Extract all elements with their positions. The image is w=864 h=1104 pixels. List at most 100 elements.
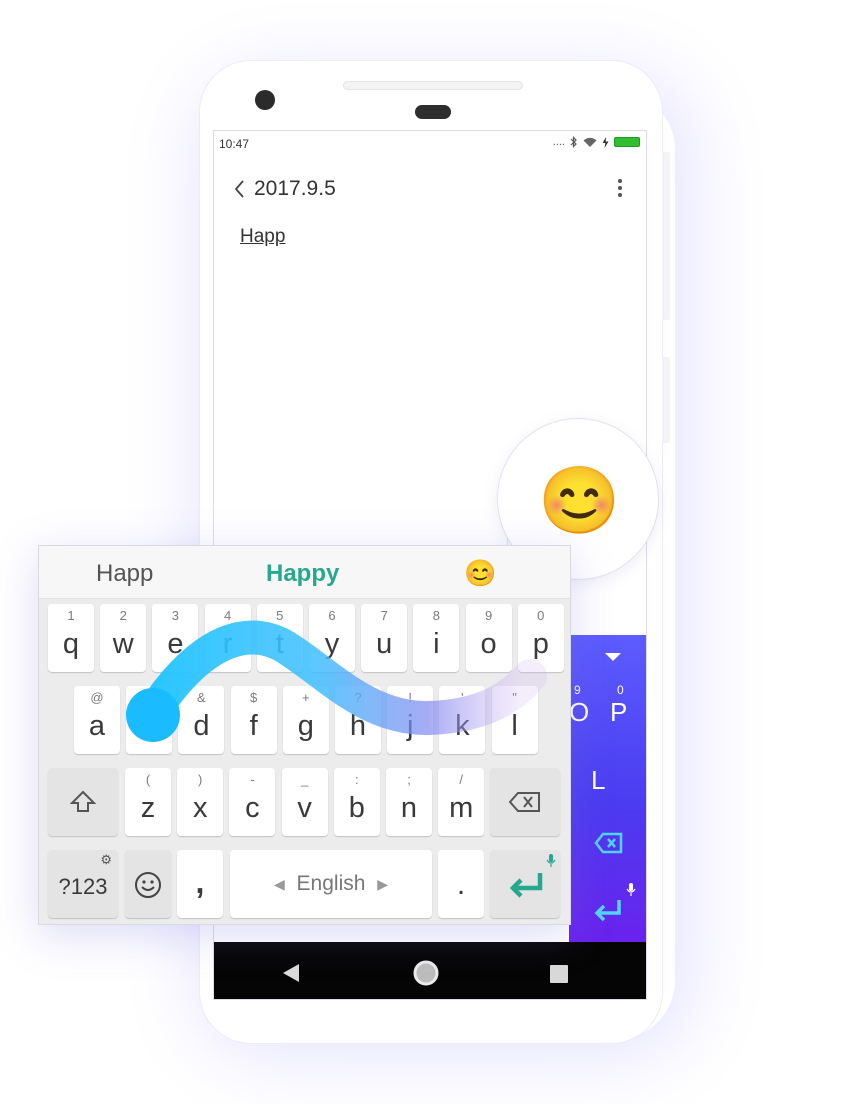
key-h[interactable]: ? h bbox=[335, 686, 381, 754]
battery-icon bbox=[614, 137, 640, 147]
comma-key[interactable]: , bbox=[177, 850, 223, 918]
key-d[interactable]: & d bbox=[178, 686, 225, 754]
key-label: a bbox=[88, 710, 106, 742]
note-text[interactable]: Happ bbox=[240, 226, 285, 248]
mic-icon bbox=[546, 854, 556, 867]
key-q[interactable]: 1q bbox=[48, 604, 94, 672]
key-p[interactable]: P bbox=[610, 697, 627, 728]
key-o[interactable]: 9o bbox=[465, 604, 512, 672]
key-o[interactable]: O bbox=[569, 697, 589, 728]
navigation-bar bbox=[214, 942, 646, 999]
key-f[interactable]: $ f bbox=[230, 686, 277, 754]
key-label: w bbox=[112, 628, 134, 660]
shift-icon bbox=[70, 790, 96, 812]
key-v[interactable]: _ v bbox=[281, 768, 328, 836]
symbols-key[interactable]: ?123 ⚙ bbox=[48, 850, 118, 918]
keyboard-panel: Happ Happy 😊 1 q 2 w 3 e 4 r 5 t 6 y 7 u 8 i 9 o 0 p @ a # s & d $… bbox=[38, 545, 571, 925]
key-label: v bbox=[297, 792, 312, 824]
backspace-key[interactable] bbox=[490, 768, 560, 836]
key-hint: : bbox=[354, 772, 359, 787]
nav-home-icon[interactable] bbox=[413, 960, 439, 986]
key-label: b bbox=[348, 792, 365, 824]
key-label: d bbox=[193, 710, 210, 742]
key-c[interactable]: -c bbox=[229, 768, 276, 836]
key-hint: + bbox=[302, 690, 310, 705]
period-label: . bbox=[456, 868, 466, 901]
key-m[interactable]: / m bbox=[438, 768, 485, 836]
key-z[interactable]: (z bbox=[125, 768, 171, 836]
key-hint: & bbox=[197, 690, 206, 705]
key-hint: " bbox=[512, 690, 517, 705]
earpiece-speaker bbox=[343, 81, 523, 90]
key-hint: @ bbox=[90, 690, 104, 705]
backspace-icon[interactable] bbox=[594, 832, 624, 854]
key-u[interactable]: 7u bbox=[361, 604, 408, 672]
key-label: l bbox=[511, 710, 518, 742]
key-label: q bbox=[62, 628, 80, 660]
note-title: 2017.9.5 bbox=[254, 177, 336, 200]
back-icon[interactable] bbox=[230, 177, 250, 201]
key-hint: ? bbox=[354, 690, 362, 705]
key-g[interactable]: + g bbox=[282, 686, 329, 754]
front-camera bbox=[255, 90, 275, 110]
collapse-icon[interactable] bbox=[603, 651, 623, 663]
key-k[interactable]: ' k bbox=[439, 686, 486, 754]
period-key[interactable]: . bbox=[438, 850, 484, 918]
suggestion-middle[interactable]: Happy bbox=[266, 560, 339, 588]
charging-icon bbox=[602, 136, 609, 148]
key-x[interactable]: ) x bbox=[177, 768, 224, 836]
key-hint: $ bbox=[249, 690, 258, 705]
wifi-icon bbox=[583, 137, 597, 147]
key-label: t bbox=[275, 628, 284, 660]
space-key[interactable]: ◀ English ▶ bbox=[230, 850, 432, 918]
key-b[interactable]: :b bbox=[333, 768, 380, 836]
status-time: 10:47 bbox=[219, 137, 250, 151]
key-t[interactable]: 5t bbox=[256, 604, 303, 672]
key-label: h bbox=[349, 710, 367, 742]
key-hint: 7 bbox=[380, 608, 388, 623]
note-header: 2017.9.5 bbox=[214, 171, 646, 207]
key-p[interactable]: 0p bbox=[517, 604, 564, 672]
key-label: c bbox=[245, 792, 260, 824]
key-label: g bbox=[297, 710, 314, 742]
comma-label: , bbox=[195, 864, 205, 900]
more-icon[interactable] bbox=[616, 179, 624, 201]
status-icons: .... bbox=[553, 136, 640, 148]
shift-key[interactable] bbox=[48, 768, 118, 836]
key-hint: 4 bbox=[223, 608, 232, 623]
key-label: o bbox=[480, 628, 497, 660]
key-hint: 5 bbox=[276, 608, 284, 623]
proximity-sensor bbox=[415, 105, 451, 119]
enter-key[interactable] bbox=[490, 850, 560, 918]
emoji-key[interactable] bbox=[125, 850, 171, 918]
key-i[interactable]: 8i bbox=[413, 604, 460, 672]
suggestion-emoji-icon[interactable]: 😊 bbox=[464, 558, 496, 589]
key-hint: # bbox=[145, 690, 153, 705]
nav-back-icon[interactable] bbox=[281, 963, 301, 983]
key-hint: ) bbox=[198, 772, 203, 787]
bluetooth-icon bbox=[570, 136, 577, 148]
key-a[interactable]: @ a bbox=[74, 686, 120, 754]
key-j[interactable]: ! j bbox=[387, 686, 434, 754]
key-label: j bbox=[406, 710, 414, 742]
key-y[interactable]: 6y bbox=[309, 604, 355, 672]
key-l[interactable]: L bbox=[591, 765, 605, 796]
key-l[interactable]: " l bbox=[491, 686, 538, 754]
mic-icon bbox=[626, 883, 636, 896]
enter-icon[interactable] bbox=[592, 898, 624, 924]
key-label: k bbox=[455, 710, 470, 742]
nav-recents-icon[interactable] bbox=[549, 964, 569, 984]
key-s[interactable]: # s bbox=[126, 686, 173, 754]
signal-dots-icon: .... bbox=[552, 136, 565, 148]
key-e[interactable]: 3e bbox=[152, 604, 199, 672]
key-hint: 0 bbox=[537, 608, 545, 623]
key-n[interactable]: ; n bbox=[386, 768, 432, 836]
backspace-icon bbox=[509, 792, 540, 812]
key-label: p bbox=[532, 628, 549, 660]
key-label: z bbox=[140, 792, 156, 824]
key-hint: 6 bbox=[328, 608, 336, 623]
key-hint: 2 bbox=[119, 608, 127, 623]
key-w[interactable]: 2w bbox=[100, 604, 147, 672]
suggestion-left[interactable]: Happ bbox=[96, 560, 153, 588]
key-r[interactable]: 4r bbox=[204, 604, 251, 672]
